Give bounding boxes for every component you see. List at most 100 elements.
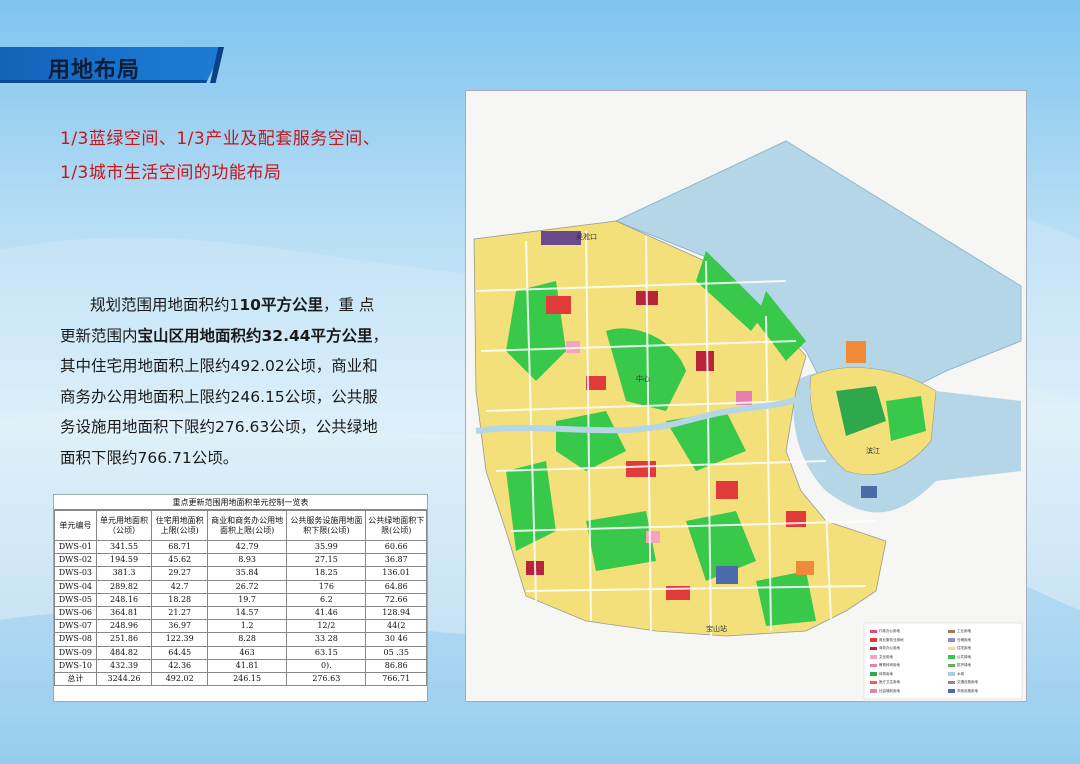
table-cell: 41.46 [286,605,367,621]
legend-item: 市政设施用地 [948,689,978,694]
legend-label: 行政办公用地 [879,629,900,633]
map-label-south: 宝山站 [706,624,727,633]
table-cell: 05 .35 [365,645,427,660]
table-row: DWS-01 341.55 68.71 42.79 35.99 60.66 [54,539,427,555]
legend-item: 交通设施用地 [948,680,978,685]
legend-swatch [870,646,877,651]
land-use-map: 吴淞口 滨江 中心 宝山站 行政办公用地 商业服务业用地商务办公用地 文化用地教育科… [465,90,1027,702]
table-cell: 8.93 [206,553,288,568]
legend-label: 社会福利用地 [879,688,900,693]
table-cell: DWS-05 [54,592,97,607]
table-row: DWS-03 381.3 29.27 35.84 18.25 136.01 [54,566,427,581]
table-cell: 45.62 [151,553,208,568]
legend-label: 商业服务业用地 [879,637,904,642]
legend-item: 商务办公用地 [870,646,900,651]
table-row: DWS-04 289.82 42.7 26.72 176 64.86 [54,579,427,594]
legend-swatch [948,638,955,642]
table-row: DWS-10 432.39 42.36 41.81 0). 86.86 [54,658,427,673]
table-cell: 8.28 [206,632,288,647]
legend-swatch [870,663,877,668]
subtitle-line-2: 1/3城市生活空间的功能布局 [60,163,282,183]
table-cell: 381.3 [95,566,153,581]
table-cell: 136.01 [365,566,427,581]
table-cell: 72.66 [365,592,427,607]
legend-item: 教育科研用地 [870,663,900,668]
legend-swatch [870,672,877,676]
header-cell: 公共服务设施用地面积下限(公顷) [286,510,367,541]
table-cell: 36.97 [151,619,208,634]
map-drawing: 吴淞口 滨江 中心 宝山站 [466,91,1026,701]
table-cell: 18.25 [286,566,367,581]
legend-label: 文化用地 [879,654,893,659]
table-cell: 68.71 [151,539,208,555]
table-cell: 60.66 [365,539,427,555]
table-cell: 36.87 [365,553,427,568]
table-row: DWS-05 248.16 18.28 19.7 6.2 72.66 [54,592,427,607]
table-cell: 12/2 [286,619,367,634]
legend-item: 工业用地 [948,629,971,634]
legend-item: 仓储用地 [948,638,971,643]
legend-item: 医疗卫生用地 [870,680,900,685]
legend-label: 仓储用地 [957,637,971,642]
table-cell: 176 [286,579,367,594]
table-cell: 248.96 [95,619,153,634]
table-cell: 6.2 [286,592,367,607]
legend-item: 公共绿地 [948,655,971,660]
map-label-east: 滨江 [866,446,880,455]
table-cell: 42.79 [206,539,288,555]
table-cell: 432.39 [95,658,153,673]
legend-item: 水域 [948,672,964,677]
table-cell: 42.36 [151,658,208,673]
table-cell: 3244.26 [95,671,153,687]
table-cell: 463 [206,645,288,660]
legend-item: 文化用地 [870,655,893,660]
legend-label: 医疗卫生用地 [879,680,900,684]
table-cell: 492.02 [151,671,208,687]
header-cell: 公共绿地面积下限(公顷) [365,510,427,541]
map-label-north: 吴淞口 [576,232,597,241]
legend-swatch [870,680,877,685]
table-cell: 18.28 [151,592,208,607]
legend-label: 工业用地 [957,629,971,633]
legend-swatch [948,680,955,685]
table-cell: 30 46 [365,632,427,647]
table-cell: 21.27 [151,605,208,621]
table-cell: 1.2 [206,619,288,634]
table-cell: DWS-06 [54,605,97,621]
legend-swatch [948,689,955,693]
table-cell: 64.86 [365,579,427,594]
map-legend: 行政办公用地 商业服务业用地商务办公用地 文化用地教育科研用地 体育用地医疗卫生用地社… [866,627,1022,697]
table-row: DWS-06 364.81 21.27 14.57 41.46 128.94 [54,605,427,621]
table-cell: 251.86 [95,632,153,647]
table-cell: DWS-02 [54,553,97,568]
legend-swatch [948,672,955,676]
table-cell: 26.72 [206,579,288,594]
table-cell: 14.57 [206,605,288,621]
legend-label: 防护绿地 [957,663,971,667]
legend-swatch [870,638,877,642]
legend-label: 交通设施用地 [957,680,978,684]
table-header-row: 单元编号 单元用地面积（公顷） 住宅用地面积上限(公顷) 商业和商务办公用地面积… [54,510,427,541]
table-cell: 86.86 [365,658,427,673]
legend-item: 社会福利用地 [870,689,900,694]
legend-swatch [948,629,955,634]
table-row: 总计 3244.26 492.02 246.15 276.63 766.71 [54,671,427,687]
table-cell: 122.39 [151,632,208,647]
summary-paragraph: 规划范围用地面积约110平方公里，重 点 更新范围内宝山区用地面积约32.44平… [60,296,389,467]
legend-item: 体育用地 [870,672,893,677]
legend-swatch [870,655,877,659]
table-cell: 19.7 [206,592,288,607]
legend-label: 教育科研用地 [879,663,900,667]
legend-swatch [870,629,877,634]
legend-label: 体育用地 [879,671,893,676]
subtitle-line-1: 1/3蓝绿空间、1/3产业及配套服务空间、 [60,129,381,149]
table-cell: 364.81 [95,605,153,621]
header-cell: 单元用地面积（公顷） [95,510,153,541]
table-cell: 766.71 [365,671,427,687]
table-cell: 33 28 [286,632,367,647]
legend-item: 住宅用地 [948,646,971,651]
legend-label: 住宅用地 [957,646,971,650]
table-cell: 29.27 [151,566,208,581]
map-label-center: 中心 [636,374,650,383]
table-cell: 27.15 [286,553,367,568]
